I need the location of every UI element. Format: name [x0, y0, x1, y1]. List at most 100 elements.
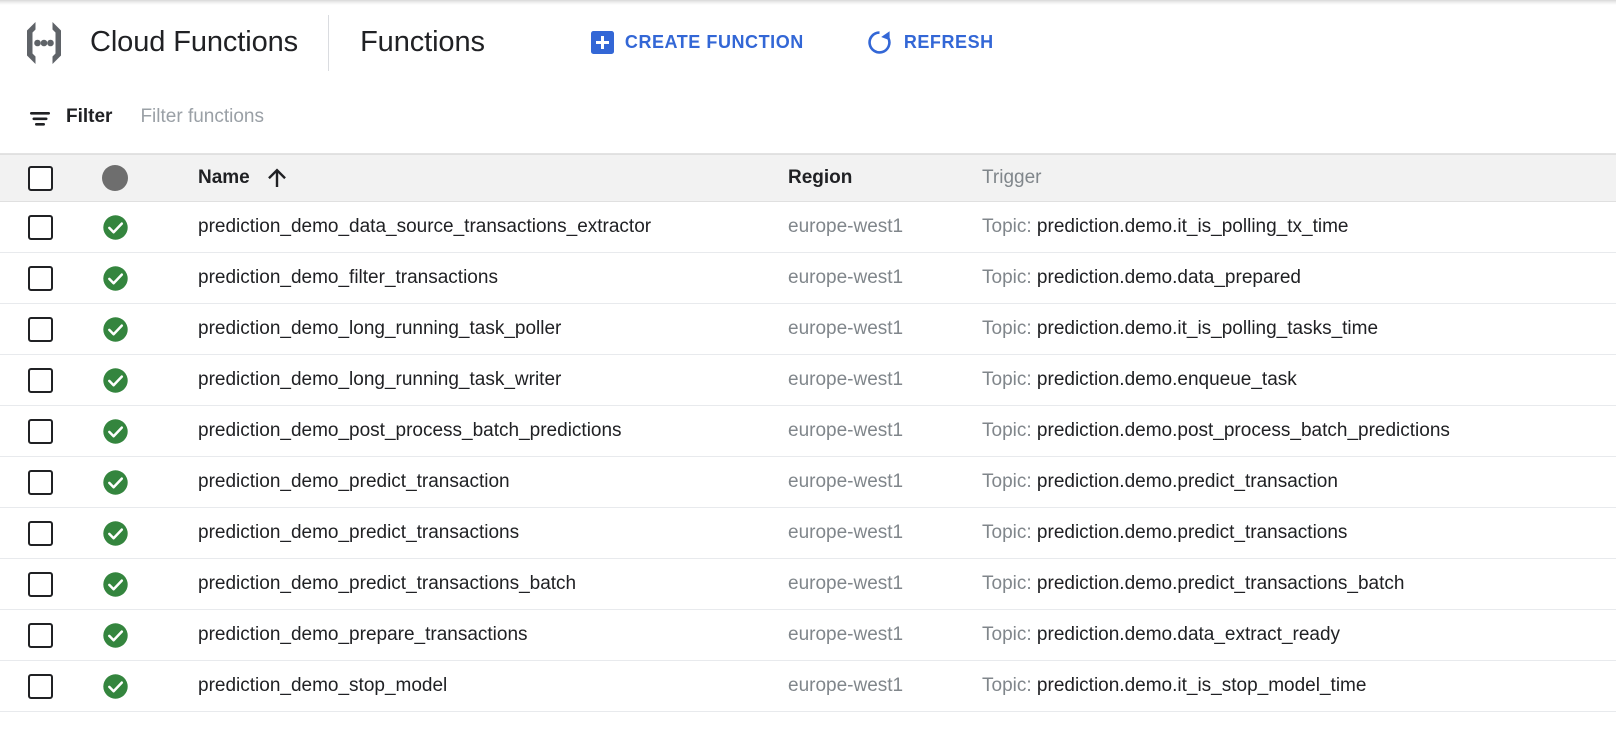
row-checkbox[interactable] — [27, 265, 53, 291]
create-function-button[interactable]: CREATE FUNCTION — [590, 31, 804, 54]
filter-bar: Filter — [0, 80, 1616, 154]
app-toolbar: Cloud Functions Functions CREATE FUNCTIO… — [0, 5, 1616, 80]
row-region-cell: europe-west1 — [788, 573, 982, 595]
table-row[interactable]: prediction_demo_predict_transaction euro… — [0, 457, 1616, 508]
row-status-cell — [80, 673, 188, 700]
table-row[interactable]: prediction_demo_stop_model europe-west1 … — [0, 661, 1616, 712]
filter-icon[interactable] — [27, 104, 53, 130]
function-trigger: Topic: prediction.demo.it_is_polling_tx_… — [982, 216, 1348, 237]
table-header-row: Name Region Trigger — [0, 154, 1616, 202]
row-trigger-cell: Topic: prediction.demo.post_process_batc… — [982, 420, 1616, 442]
row-trigger-cell: Topic: prediction.demo.it_is_polling_tas… — [982, 318, 1616, 340]
trigger-header-cell[interactable]: Trigger — [982, 167, 1616, 189]
table-row[interactable]: prediction_demo_long_running_task_writer… — [0, 355, 1616, 406]
function-name: prediction_demo_predict_transactions_bat… — [198, 573, 577, 594]
row-select-cell — [0, 418, 80, 444]
row-name-cell[interactable]: prediction_demo_filter_transactions — [188, 267, 788, 289]
function-region: europe-west1 — [788, 318, 904, 339]
trigger-prefix: Topic: — [982, 369, 1037, 390]
refresh-button[interactable]: REFRESH — [866, 29, 994, 56]
trigger-value: prediction.demo.it_is_polling_tasks_time — [1036, 318, 1379, 339]
row-select-cell — [0, 622, 80, 648]
table-row[interactable]: prediction_demo_predict_transactions eur… — [0, 508, 1616, 559]
table-row[interactable]: prediction_demo_filter_transactions euro… — [0, 253, 1616, 304]
trigger-header-label: Trigger — [982, 167, 1042, 188]
trigger-value: prediction.demo.enqueue_task — [1036, 369, 1297, 390]
row-name-cell[interactable]: prediction_demo_data_source_transactions… — [188, 216, 788, 238]
refresh-icon — [866, 29, 893, 56]
table-body: prediction_demo_data_source_transactions… — [0, 202, 1616, 712]
row-name-cell[interactable]: prediction_demo_stop_model — [188, 675, 788, 697]
function-region: europe-west1 — [788, 369, 904, 390]
functions-table: Name Region Trigger prediction_demo_data… — [0, 154, 1616, 712]
function-region: europe-west1 — [788, 471, 904, 492]
region-header-label: Region — [788, 167, 853, 188]
row-select-cell — [0, 673, 80, 699]
row-select-cell — [0, 571, 80, 597]
trigger-value: prediction.demo.post_process_batch_predi… — [1036, 420, 1450, 441]
row-name-cell[interactable]: prediction_demo_predict_transactions_bat… — [188, 573, 788, 595]
table-row[interactable]: prediction_demo_data_source_transactions… — [0, 202, 1616, 253]
function-region: europe-west1 — [788, 522, 904, 543]
arrow-up-icon — [266, 167, 288, 189]
cloud-functions-logo-icon — [18, 20, 70, 66]
region-header-cell[interactable]: Region — [788, 167, 982, 189]
function-name: prediction_demo_long_running_task_writer — [198, 369, 562, 390]
row-checkbox[interactable] — [27, 622, 53, 648]
row-trigger-cell: Topic: prediction.demo.enqueue_task — [982, 369, 1616, 391]
status-header-cell — [80, 165, 188, 191]
row-checkbox[interactable] — [27, 214, 53, 240]
table-row[interactable]: prediction_demo_post_process_batch_predi… — [0, 406, 1616, 457]
status-ok-icon — [102, 367, 129, 394]
row-checkbox[interactable] — [27, 520, 53, 546]
function-trigger: Topic: prediction.demo.predict_transacti… — [982, 471, 1338, 492]
function-region: europe-west1 — [788, 624, 904, 645]
filter-label: Filter — [66, 105, 113, 127]
row-name-cell[interactable]: prediction_demo_prepare_transactions — [188, 624, 788, 646]
row-region-cell: europe-west1 — [788, 624, 982, 646]
row-status-cell — [80, 418, 188, 445]
row-checkbox[interactable] — [27, 571, 53, 597]
cloud-functions-page: Cloud Functions Functions CREATE FUNCTIO… — [0, 0, 1616, 738]
table-row[interactable]: prediction_demo_long_running_task_poller… — [0, 304, 1616, 355]
row-status-cell — [80, 469, 188, 496]
trigger-value: prediction.demo.data_extract_ready — [1036, 624, 1341, 645]
row-select-cell — [0, 214, 80, 240]
product-title: Cloud Functions — [90, 26, 299, 58]
row-trigger-cell: Topic: prediction.demo.data_prepared — [982, 267, 1616, 289]
row-checkbox[interactable] — [27, 316, 53, 342]
trigger-prefix: Topic: — [982, 675, 1037, 696]
filter-functions-input[interactable] — [140, 105, 741, 128]
row-name-cell[interactable]: prediction_demo_predict_transaction — [188, 471, 788, 493]
row-name-cell[interactable]: prediction_demo_long_running_task_writer — [188, 369, 788, 391]
row-status-cell — [80, 265, 188, 292]
plus-box-icon — [590, 31, 614, 54]
row-trigger-cell: Topic: prediction.demo.it_is_polling_tx_… — [982, 216, 1616, 238]
row-name-cell[interactable]: prediction_demo_long_running_task_poller — [188, 318, 788, 340]
row-checkbox[interactable] — [27, 673, 53, 699]
trigger-prefix: Topic: — [982, 471, 1037, 492]
table-row[interactable]: prediction_demo_predict_transactions_bat… — [0, 559, 1616, 610]
row-name-cell[interactable]: prediction_demo_post_process_batch_predi… — [188, 420, 788, 442]
table-row[interactable]: prediction_demo_prepare_transactions eur… — [0, 610, 1616, 661]
select-all-checkbox[interactable] — [27, 165, 53, 191]
row-status-cell — [80, 214, 188, 241]
row-checkbox[interactable] — [27, 418, 53, 444]
row-status-cell — [80, 571, 188, 598]
row-trigger-cell: Topic: prediction.demo.predict_transacti… — [982, 522, 1616, 544]
trigger-prefix: Topic: — [982, 267, 1037, 288]
trigger-prefix: Topic: — [982, 624, 1037, 645]
name-header-label: Name — [198, 167, 250, 188]
row-name-cell[interactable]: prediction_demo_predict_transactions — [188, 522, 788, 544]
row-checkbox[interactable] — [27, 367, 53, 393]
trigger-value: prediction.demo.it_is_polling_tx_time — [1036, 216, 1349, 237]
row-region-cell: europe-west1 — [788, 522, 982, 544]
row-checkbox[interactable] — [27, 469, 53, 495]
row-select-cell — [0, 520, 80, 546]
status-ok-icon — [102, 622, 129, 649]
row-status-cell — [80, 520, 188, 547]
name-header-cell[interactable]: Name — [188, 167, 788, 189]
row-status-cell — [80, 367, 188, 394]
function-region: europe-west1 — [788, 675, 904, 696]
row-region-cell: europe-west1 — [788, 267, 982, 289]
